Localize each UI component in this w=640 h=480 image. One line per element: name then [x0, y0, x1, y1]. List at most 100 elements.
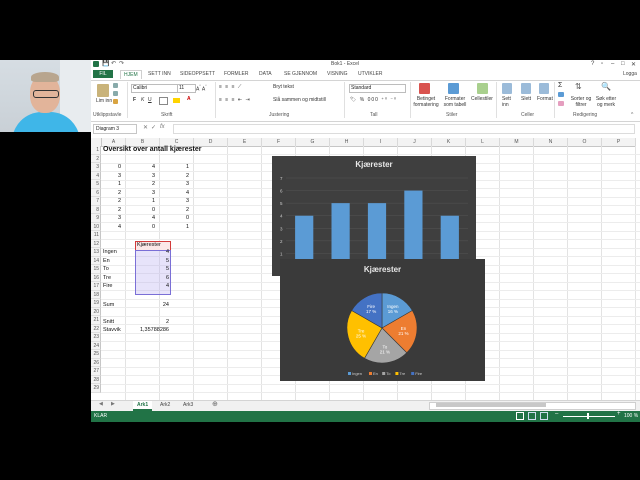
- zoom-out-icon[interactable]: –: [555, 411, 558, 417]
- grow-font-icon[interactable]: Aˆ Aˇ: [196, 84, 207, 93]
- row-header[interactable]: 29: [91, 384, 101, 393]
- new-sheet-icon[interactable]: ⊕: [212, 400, 218, 408]
- account-name[interactable]: Logga: [623, 71, 637, 77]
- table-label-cell[interactable]: En: [103, 257, 110, 265]
- table-label-cell[interactable]: Ingen: [103, 248, 117, 256]
- name-box[interactable]: Diagram 3: [93, 124, 137, 134]
- data-cell[interactable]: 4: [127, 214, 155, 222]
- row-header[interactable]: 17: [91, 282, 101, 291]
- data-cell[interactable]: 2: [93, 206, 121, 214]
- zoom-level[interactable]: 100 %: [624, 413, 638, 419]
- column-header[interactable]: J: [398, 138, 432, 147]
- paste-icon[interactable]: [97, 84, 109, 97]
- column-header[interactable]: P: [602, 138, 636, 147]
- format-cells-label[interactable]: Format: [537, 96, 553, 102]
- fill-color-icon[interactable]: [173, 98, 180, 103]
- horizontal-align-icons[interactable]: ≡ ≡ ≡ ⇤ ⇥: [219, 97, 251, 103]
- data-cell[interactable]: 1: [93, 180, 121, 188]
- stdev-label-cell[interactable]: Stavvik: [103, 326, 121, 334]
- save-icon[interactable]: 💾: [102, 60, 109, 67]
- mean-label-cell[interactable]: Snitt: [103, 318, 114, 326]
- data-cell[interactable]: 3: [127, 172, 155, 180]
- table-label-cell[interactable]: Tre: [103, 274, 111, 282]
- row-header[interactable]: 13: [91, 248, 101, 257]
- sheet-tab-ark1[interactable]: Ark1: [133, 401, 153, 411]
- formula-input[interactable]: [173, 124, 635, 134]
- format-painter-icon[interactable]: [113, 99, 118, 104]
- column-header[interactable]: G: [296, 138, 330, 147]
- autosum-icon[interactable]: Σ: [558, 82, 562, 89]
- bar-chart-bar[interactable]: [404, 190, 423, 266]
- merge-center-button[interactable]: Slå sammen og midtstill: [273, 97, 326, 103]
- sheet-nav-right-icon[interactable]: ▶: [111, 401, 115, 407]
- find-select-label[interactable]: Søk etter og merk: [594, 96, 618, 108]
- data-cell[interactable]: 3: [161, 197, 189, 205]
- data-cell[interactable]: 4: [127, 163, 155, 171]
- data-cell[interactable]: 4: [93, 223, 121, 231]
- clear-icon[interactable]: [558, 101, 564, 106]
- sheet-tab-ark3[interactable]: Ark3: [179, 401, 197, 409]
- redo-icon[interactable]: ↷: [119, 60, 124, 67]
- cell-styles-icon[interactable]: [477, 83, 488, 94]
- help-icon[interactable]: ?: [591, 61, 594, 67]
- undo-icon[interactable]: ↶: [111, 60, 116, 67]
- data-cell[interactable]: 1: [161, 223, 189, 231]
- font-size-combo[interactable]: 11: [177, 84, 196, 93]
- column-header[interactable]: N: [534, 138, 568, 147]
- column-header[interactable]: H: [330, 138, 364, 147]
- sort-filter-icon[interactable]: ⇅: [575, 82, 582, 91]
- sum-label-cell[interactable]: Sum: [103, 301, 114, 309]
- horizontal-scroll-thumb[interactable]: [436, 403, 546, 407]
- sum-value-cell[interactable]: 24: [141, 301, 169, 309]
- borders-icon[interactable]: [159, 97, 168, 105]
- conditional-format-icon[interactable]: [419, 83, 430, 94]
- font-color-icon[interactable]: A: [187, 96, 191, 102]
- cut-icon[interactable]: [113, 83, 118, 88]
- sheet-tab-ark2[interactable]: Ark2: [156, 401, 174, 409]
- data-cell[interactable]: 4: [161, 189, 189, 197]
- data-cell[interactable]: 3: [93, 172, 121, 180]
- data-cell[interactable]: 3: [93, 214, 121, 222]
- delete-cells-icon[interactable]: [521, 83, 531, 94]
- sort-filter-label[interactable]: Sorter og filtrer: [569, 96, 593, 108]
- normal-view-icon[interactable]: [516, 412, 524, 420]
- data-cell[interactable]: 2: [93, 197, 121, 205]
- row-header[interactable]: 23: [91, 333, 101, 342]
- column-header[interactable]: F: [262, 138, 296, 147]
- insert-cells-label[interactable]: Sett inn: [502, 96, 516, 108]
- data-cell[interactable]: 1: [161, 163, 189, 171]
- data-cell[interactable]: 3: [127, 189, 155, 197]
- row-header[interactable]: 27: [91, 367, 101, 376]
- tab-file[interactable]: FIL: [93, 70, 113, 78]
- tab-home[interactable]: HJEM: [120, 70, 142, 79]
- find-select-icon[interactable]: 🔍: [601, 82, 611, 91]
- font-name-combo[interactable]: Calibri: [131, 84, 178, 93]
- close-button[interactable]: ✕: [631, 61, 636, 68]
- tab-view[interactable]: VISNING: [324, 70, 351, 78]
- row-header[interactable]: 14: [91, 256, 101, 265]
- table-value-cell[interactable]: 6: [141, 274, 169, 282]
- row-header[interactable]: 15: [91, 265, 101, 274]
- paste-label[interactable]: Lim inn: [96, 98, 112, 104]
- data-cell[interactable]: 2: [93, 189, 121, 197]
- row-header[interactable]: 11: [91, 231, 101, 240]
- column-header[interactable]: L: [466, 138, 500, 147]
- number-format-icons[interactable]: 🏷 % 000 ⁺⁰ ⁻⁰: [350, 97, 397, 103]
- number-format-combo[interactable]: Standard: [349, 84, 406, 93]
- tab-insert[interactable]: SETT INN: [145, 70, 174, 78]
- row-header[interactable]: 21: [91, 316, 101, 325]
- table-label-cell[interactable]: To: [103, 265, 109, 273]
- tab-data[interactable]: DATA: [256, 70, 275, 78]
- zoom-in-icon[interactable]: +: [617, 411, 621, 417]
- column-header[interactable]: E: [228, 138, 262, 147]
- data-cell[interactable]: 0: [127, 223, 155, 231]
- tab-formulas[interactable]: FORMLER: [221, 70, 251, 78]
- insert-function-icon[interactable]: fx: [160, 124, 165, 130]
- page-layout-icon[interactable]: [528, 412, 536, 420]
- tab-page-layout[interactable]: SIDEOPPSETT: [177, 70, 218, 78]
- row-header[interactable]: 28: [91, 375, 101, 384]
- bold-icon[interactable]: F: [133, 97, 136, 103]
- row-header[interactable]: 19: [91, 299, 101, 308]
- sheet-title-cell[interactable]: Oversikt over antall kjærester: [103, 146, 201, 154]
- row-header[interactable]: 16: [91, 273, 101, 282]
